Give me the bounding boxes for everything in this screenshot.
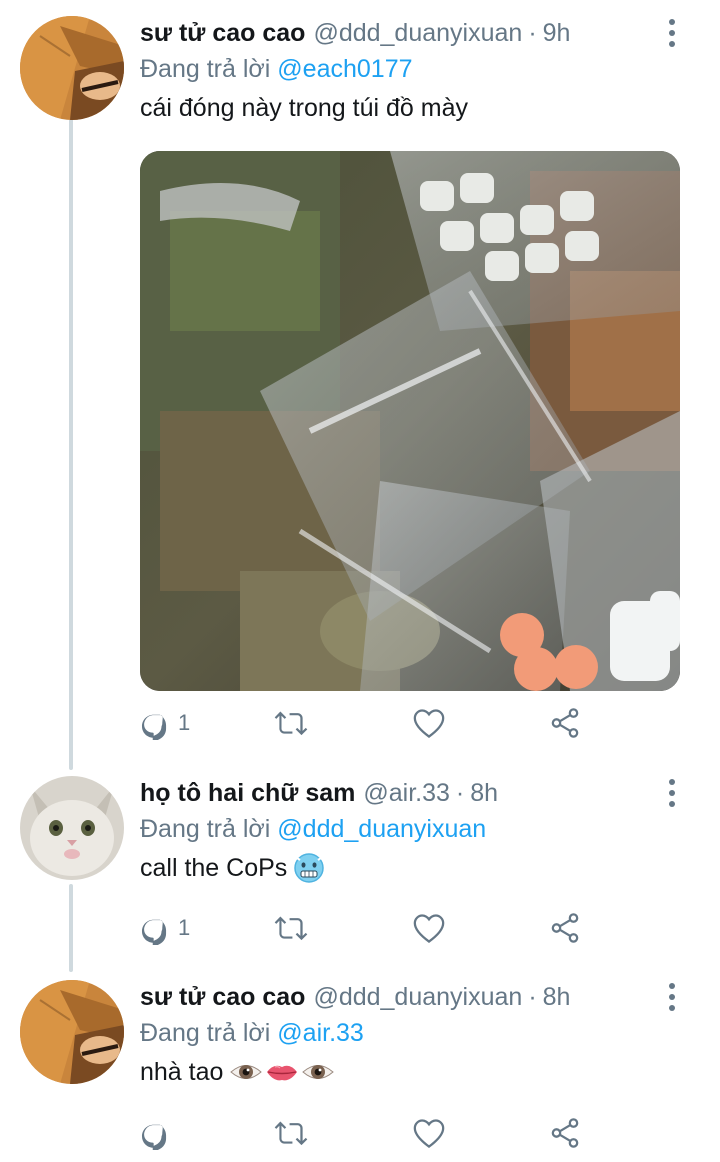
- retweet-button[interactable]: [274, 703, 308, 743]
- cold-face-emoji: [294, 853, 325, 883]
- reply-count: 1: [178, 915, 191, 940]
- heart-icon: [413, 1119, 445, 1149]
- reply-button[interactable]: 1: [140, 703, 190, 743]
- reply-button[interactable]: 1: [140, 908, 190, 948]
- user-handle[interactable]: @ddd_duanyixuan: [313, 980, 522, 1014]
- replying-to-mention[interactable]: @air.33: [277, 1019, 364, 1047]
- replying-to-label: Đang trả lời: [140, 55, 271, 83]
- tweet-actions: 1: [140, 703, 600, 743]
- reply-icon: [141, 919, 167, 945]
- more-vertical-icon[interactable]: [660, 980, 684, 1014]
- reply-button[interactable]: [140, 1113, 178, 1153]
- display-name[interactable]: họ tô hai chữ sam: [140, 776, 355, 810]
- tweet-body: họ tô hai chữ sam @air.33 · 8h Đang trả …: [140, 776, 660, 886]
- replying-to: Đang trả lời @air.33: [140, 1016, 660, 1050]
- thread-line: [69, 884, 73, 972]
- timestamp[interactable]: 9h: [543, 16, 571, 50]
- tweet-actions: 1: [140, 908, 600, 948]
- more-vertical-icon[interactable]: [660, 776, 684, 810]
- lips-emoji: [267, 1065, 298, 1081]
- replying-to-mention[interactable]: @ddd_duanyixuan: [277, 815, 486, 843]
- user-handle[interactable]: @air.33: [363, 776, 450, 810]
- user-handle[interactable]: @ddd_duanyixuan: [313, 16, 522, 50]
- tweet-header: sư tử cao cao @ddd_duanyixuan · 8h: [140, 980, 660, 1014]
- share-icon: [551, 1118, 579, 1148]
- replying-to-label: Đang trả lời: [140, 1019, 271, 1047]
- retweet-button[interactable]: [274, 908, 308, 948]
- retweet-button[interactable]: [274, 1113, 308, 1153]
- retweet-icon: [274, 1121, 308, 1146]
- avatar[interactable]: [20, 776, 124, 880]
- display-name[interactable]: sư tử cao cao: [140, 980, 305, 1014]
- eye-emoji: [302, 1065, 335, 1079]
- reply-count: 1: [178, 710, 191, 735]
- retweet-icon: [274, 711, 308, 736]
- avatar[interactable]: [20, 16, 124, 120]
- heart-icon: [413, 709, 445, 739]
- like-button[interactable]: [412, 908, 446, 948]
- avatar[interactable]: [20, 980, 124, 1084]
- reply-icon: [141, 714, 167, 740]
- tweet-text-content: cái đóng này trong túi đồ mày: [140, 94, 468, 122]
- separator-dot: ·: [528, 19, 537, 47]
- like-button[interactable]: [412, 1113, 446, 1153]
- separator-dot: ·: [528, 983, 537, 1011]
- tweet-text-content: call the CoPs: [140, 854, 288, 882]
- replying-to: Đang trả lời @each0177: [140, 52, 660, 86]
- replying-to-mention[interactable]: @each0177: [277, 55, 412, 83]
- separator-dot: ·: [455, 779, 465, 807]
- tweet-media-photo[interactable]: [140, 151, 680, 691]
- retweet-icon: [274, 916, 308, 941]
- share-button[interactable]: [548, 908, 582, 948]
- eye-emoji: [230, 1065, 263, 1079]
- more-vertical-icon[interactable]: [660, 16, 684, 50]
- tweet-text: cái đóng này trong túi đồ mày: [140, 90, 660, 126]
- replying-to: Đang trả lời @ddd_duanyixuan: [140, 812, 660, 846]
- tweet-header: họ tô hai chữ sam @air.33 · 8h: [140, 776, 660, 810]
- tweet-text-content: nhà tao: [140, 1058, 224, 1086]
- tweet-body: sư tử cao cao @ddd_duanyixuan · 9h Đang …: [140, 16, 660, 126]
- timestamp[interactable]: 8h: [470, 776, 498, 810]
- tweet-header: sư tử cao cao @ddd_duanyixuan · 9h: [140, 16, 660, 50]
- thread-line: [69, 118, 73, 770]
- share-button[interactable]: [548, 703, 582, 743]
- display-name[interactable]: sư tử cao cao: [140, 16, 305, 50]
- tweet-text: nhà tao: [140, 1054, 660, 1090]
- replying-to-label: Đang trả lời: [140, 815, 271, 843]
- reply-icon: [141, 1124, 167, 1150]
- share-button[interactable]: [548, 1113, 582, 1153]
- share-icon: [551, 913, 579, 943]
- tweet-text: call the CoPs: [140, 850, 660, 886]
- timestamp[interactable]: 8h: [543, 980, 571, 1014]
- tweet-actions: [140, 1113, 600, 1153]
- like-button[interactable]: [412, 703, 446, 743]
- share-icon: [551, 708, 579, 738]
- heart-icon: [413, 914, 445, 944]
- tweet-body: sư tử cao cao @ddd_duanyixuan · 8h Đang …: [140, 980, 660, 1090]
